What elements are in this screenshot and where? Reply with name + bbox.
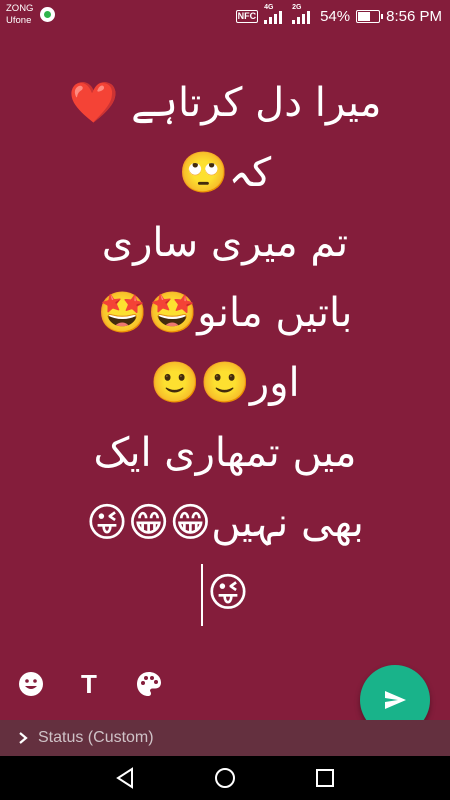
status-type-label: Status (Custom) — [38, 729, 154, 746]
text-line: بھی نہیں😁😁😜 — [86, 500, 364, 546]
text-cursor — [201, 564, 204, 626]
emoji-button[interactable] — [16, 666, 46, 702]
chevron-right-icon — [16, 729, 34, 747]
back-icon — [116, 767, 133, 789]
text-line: تم میری ساری — [101, 220, 349, 266]
status-text-editor[interactable]: میرا دل کرتاہے ❤️ کہ🙄 تم میری ساری باتیں… — [0, 68, 450, 648]
text-line: کہ🙄 — [178, 150, 272, 196]
status-indicators: NFC 4G 2G 54% 8:56 PM — [235, 0, 442, 32]
text-line: اور🙂🙂 — [150, 360, 300, 406]
system-navigation-bar — [0, 756, 450, 800]
recents-icon — [316, 769, 334, 787]
color-palette-button[interactable] — [134, 666, 164, 702]
text-style-button[interactable]: T — [74, 666, 104, 702]
whatsapp-icon — [40, 7, 55, 22]
battery-icon — [356, 9, 384, 23]
text-line: باتیں مانو🤩🤩 — [97, 290, 353, 336]
send-icon — [385, 691, 406, 709]
carrier-2: Ufone — [6, 15, 32, 26]
clock: 8:56 PM — [386, 7, 442, 25]
text-line: میں تمھاری ایک — [93, 430, 357, 476]
recents-button[interactable] — [310, 764, 340, 792]
home-button[interactable] — [210, 764, 240, 792]
text-line: میرا دل کرتاہے ❤️ — [68, 80, 382, 126]
battery-percent: 54% — [320, 7, 351, 25]
carrier-names: ZONG Ufone — [6, 3, 33, 27]
carrier-1: ZONG — [6, 3, 34, 14]
home-icon — [215, 768, 235, 788]
palette-icon — [137, 672, 161, 696]
last-line-text: 😜 — [207, 570, 249, 616]
text-line-last: 😜 — [0, 558, 450, 628]
signal-4g-icon: 4G — [264, 4, 286, 24]
status-type-row[interactable]: Status (Custom) — [0, 720, 450, 756]
back-button[interactable] — [110, 764, 140, 792]
system-status-bar: ZONG Ufone NFC 4G 2G 54% 8:56 PM — [0, 0, 450, 32]
emoji-icon — [19, 672, 43, 696]
nfc-icon: NFC — [235, 9, 259, 23]
signal-2g-icon: 2G — [292, 4, 314, 24]
